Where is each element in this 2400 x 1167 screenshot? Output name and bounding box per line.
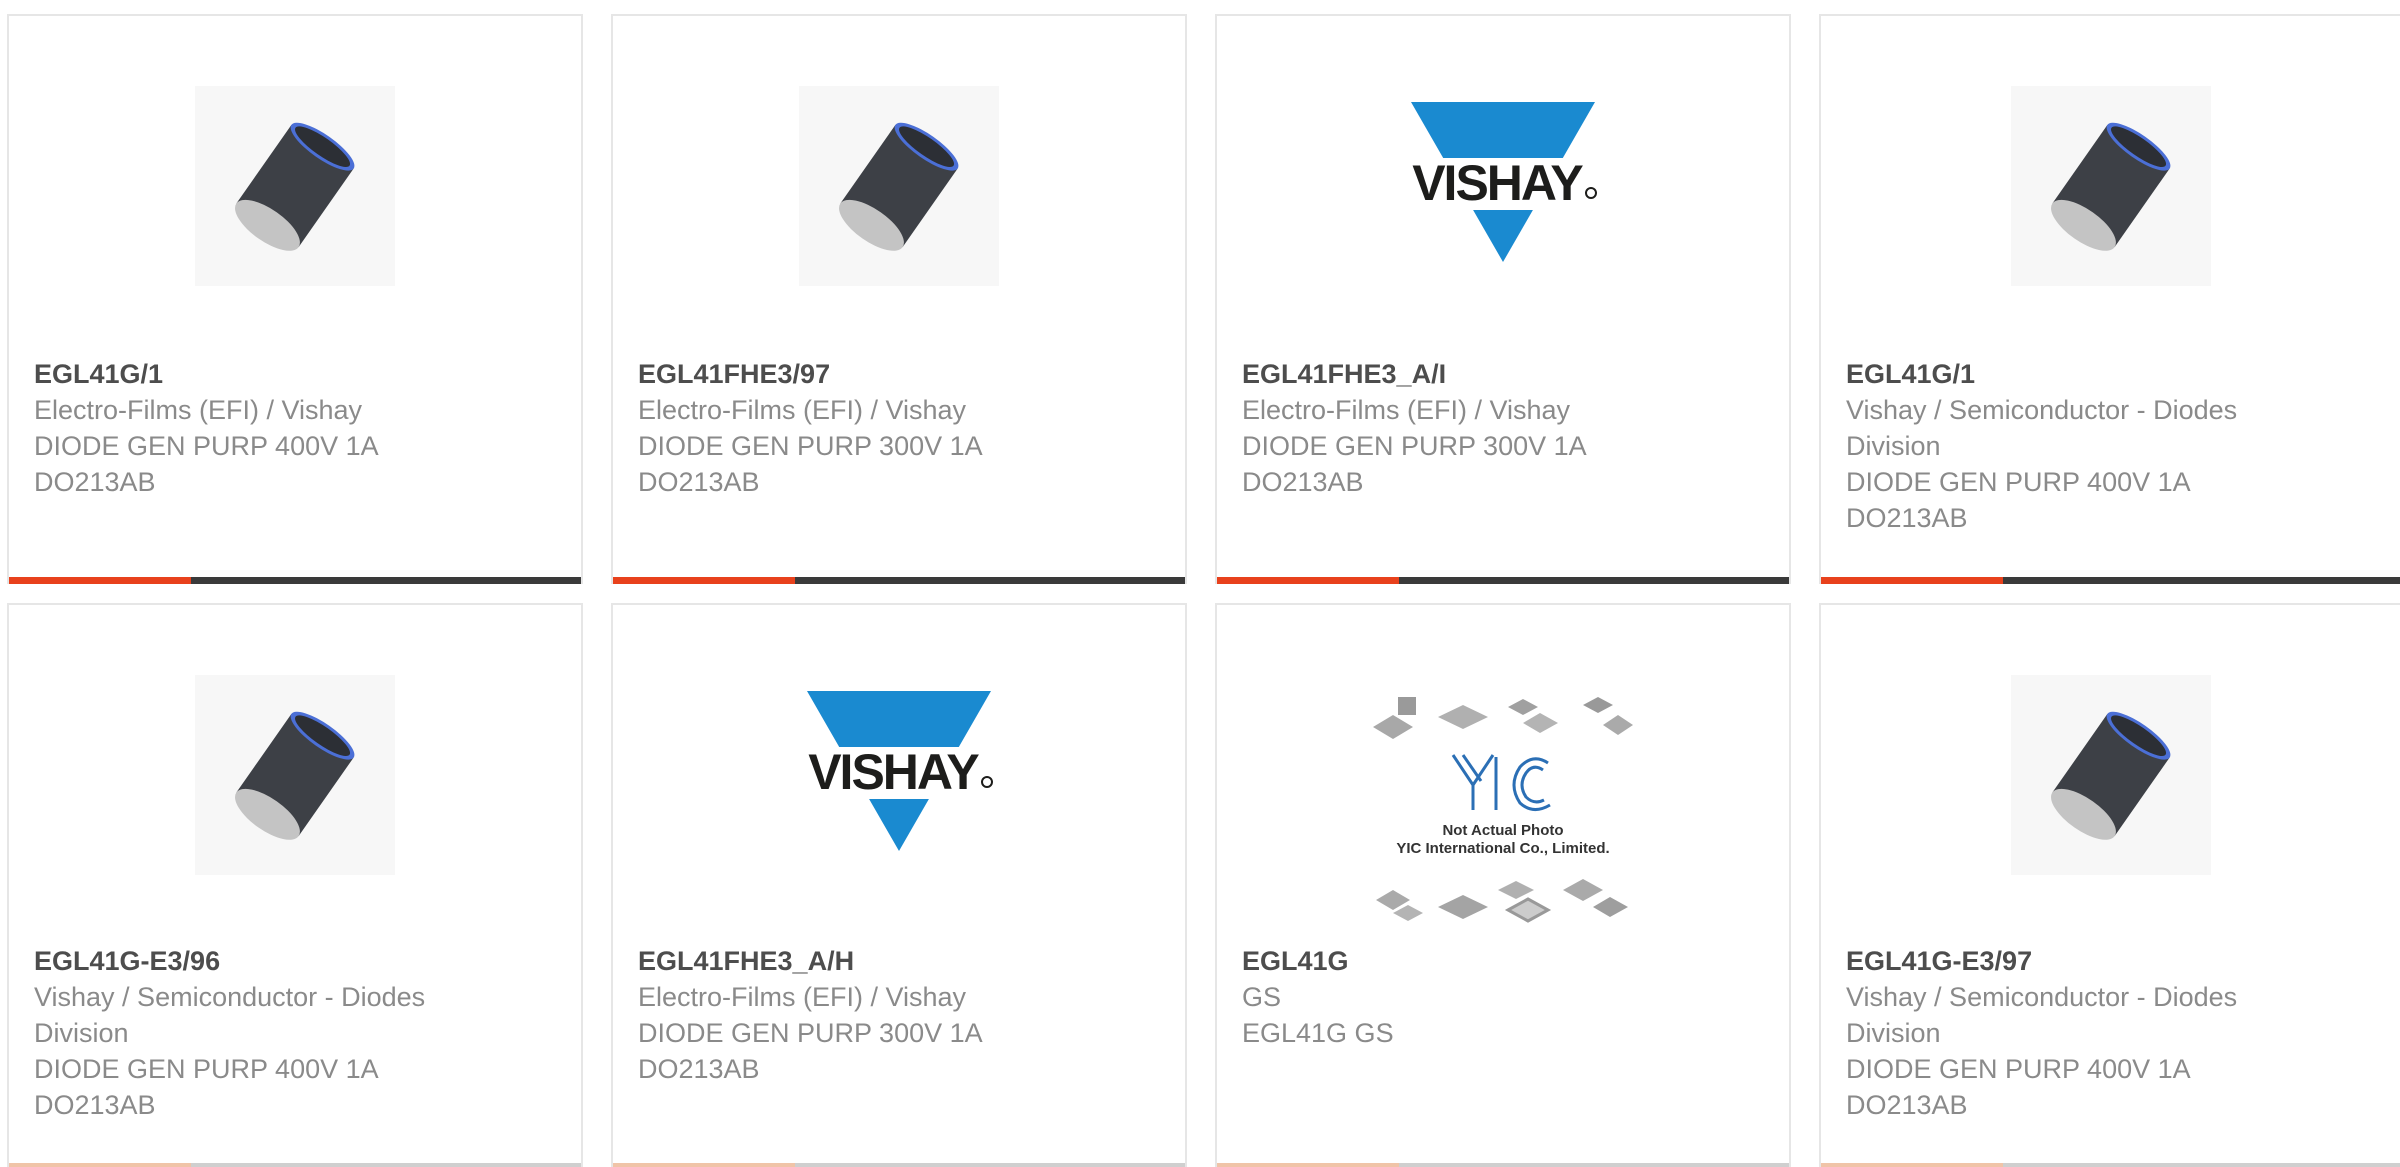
manufacturer: Electro-Films (EFI) / Vishay <box>1242 395 1571 425</box>
svg-text:VISHAY: VISHAY <box>808 744 979 800</box>
manufacturer: Electro-Films (EFI) / Vishay <box>34 395 363 425</box>
card-accent <box>1821 1163 2003 1167</box>
product-info: EGL41FHE3_A/H Electro-Films (EFI) / Vish… <box>638 943 1165 1087</box>
card-bottom-bar <box>1821 1163 2400 1167</box>
description: DIODE GEN PURP 300V 1A <box>638 1018 983 1048</box>
card-bottom-bar <box>613 577 1185 584</box>
part-number[interactable]: EGL41FHE3/97 <box>638 356 1165 392</box>
description: DIODE GEN PURP 400V 1A <box>1846 1054 2191 1084</box>
manufacturer: Electro-Films (EFI) / Vishay <box>638 982 967 1012</box>
product-card[interactable]: Not Actual Photo YIC International Co., … <box>1215 603 1791 1167</box>
product-card[interactable]: EGL41G-E3/96 Vishay / Semiconductor - Di… <box>7 603 583 1167</box>
manufacturer: Vishay / Semiconductor - Diodes Division <box>1846 395 2238 461</box>
product-card[interactable]: VISHAY EGL41FHE3_A/H Electro-Films (EFI)… <box>611 603 1187 1167</box>
diode-cylinder-icon <box>195 86 395 286</box>
diode-cylinder-icon <box>2010 675 2211 875</box>
card-accent <box>613 1163 795 1167</box>
vishay-logo: VISHAY <box>1403 86 1603 286</box>
product-info: EGL41FHE3_A/I Electro-Films (EFI) / Vish… <box>1242 356 1769 500</box>
diode-cylinder-icon <box>2010 86 2211 286</box>
description: DIODE GEN PURP 300V 1A <box>638 431 983 461</box>
product-info: EGL41G/1 Vishay / Semiconductor - Diodes… <box>1846 356 2280 536</box>
package: DO213AB <box>34 467 156 497</box>
part-number[interactable]: EGL41G-E3/96 <box>34 943 461 979</box>
product-info: EGL41G GS EGL41G GS <box>1242 943 1769 1051</box>
card-bottom-bar <box>1821 577 2400 584</box>
svg-text:YIC International Co., Limited: YIC International Co., Limited. <box>1396 840 1609 857</box>
svg-text:VISHAY: VISHAY <box>1412 155 1583 211</box>
card-bottom-bar <box>613 1163 1185 1167</box>
manufacturer: Vishay / Semiconductor - Diodes Division <box>34 982 426 1048</box>
diode-cylinder-icon <box>799 86 999 286</box>
description: EGL41G GS <box>1242 1018 1394 1048</box>
product-card[interactable]: EGL41FHE3/97 Electro-Films (EFI) / Visha… <box>611 14 1187 584</box>
card-accent <box>9 1163 191 1167</box>
product-card[interactable]: VISHAY EGL41FHE3_A/I Electro-Films (EFI)… <box>1215 14 1791 584</box>
part-number[interactable]: EGL41G/1 <box>34 356 561 392</box>
product-info: EGL41G-E3/96 Vishay / Semiconductor - Di… <box>34 943 461 1123</box>
package: DO213AB <box>34 1090 156 1120</box>
package: DO213AB <box>1846 503 1968 533</box>
product-card[interactable]: EGL41G-E3/97 Vishay / Semiconductor - Di… <box>1819 603 2400 1167</box>
card-accent <box>1217 1163 1399 1167</box>
manufacturer: Electro-Films (EFI) / Vishay <box>638 395 967 425</box>
part-number[interactable]: EGL41FHE3_A/I <box>1242 356 1769 392</box>
package: DO213AB <box>1846 1090 1968 1120</box>
svg-text:Not Actual Photo: Not Actual Photo <box>1442 822 1563 839</box>
description: DIODE GEN PURP 300V 1A <box>1242 431 1587 461</box>
part-number[interactable]: EGL41FHE3_A/H <box>638 943 1165 979</box>
manufacturer: GS <box>1242 982 1282 1012</box>
product-card[interactable]: EGL41G/1 Vishay / Semiconductor - Diodes… <box>1819 14 2400 584</box>
part-number[interactable]: EGL41G-E3/97 <box>1846 943 2280 979</box>
package: DO213AB <box>638 1054 760 1084</box>
card-bottom-bar <box>1217 577 1789 584</box>
product-info: EGL41G/1 Electro-Films (EFI) / Vishay DI… <box>34 356 561 500</box>
card-accent <box>1217 577 1399 584</box>
part-number[interactable]: EGL41G <box>1242 943 1769 979</box>
diode-cylinder-icon <box>195 675 395 875</box>
card-bottom-bar <box>9 577 581 584</box>
product-info: EGL41G-E3/97 Vishay / Semiconductor - Di… <box>1846 943 2280 1123</box>
package: DO213AB <box>638 467 760 497</box>
card-bottom-bar <box>9 1163 581 1167</box>
manufacturer: Vishay / Semiconductor - Diodes Division <box>1846 982 2238 1048</box>
description: DIODE GEN PURP 400V 1A <box>1846 467 2191 497</box>
product-grid: EGL41G/1 Electro-Films (EFI) / Vishay DI… <box>0 0 2400 1167</box>
card-accent <box>613 577 795 584</box>
part-number[interactable]: EGL41G/1 <box>1846 356 2280 392</box>
card-accent <box>9 577 191 584</box>
product-info: EGL41FHE3/97 Electro-Films (EFI) / Visha… <box>638 356 1165 500</box>
yic-placeholder-image: Not Actual Photo YIC International Co., … <box>1368 695 1638 935</box>
card-accent <box>1821 577 2003 584</box>
card-bottom-bar <box>1217 1163 1789 1167</box>
package: DO213AB <box>1242 467 1364 497</box>
product-card[interactable]: EGL41G/1 Electro-Films (EFI) / Vishay DI… <box>7 14 583 584</box>
description: DIODE GEN PURP 400V 1A <box>34 431 379 461</box>
description: DIODE GEN PURP 400V 1A <box>34 1054 379 1084</box>
vishay-logo: VISHAY <box>799 675 999 875</box>
